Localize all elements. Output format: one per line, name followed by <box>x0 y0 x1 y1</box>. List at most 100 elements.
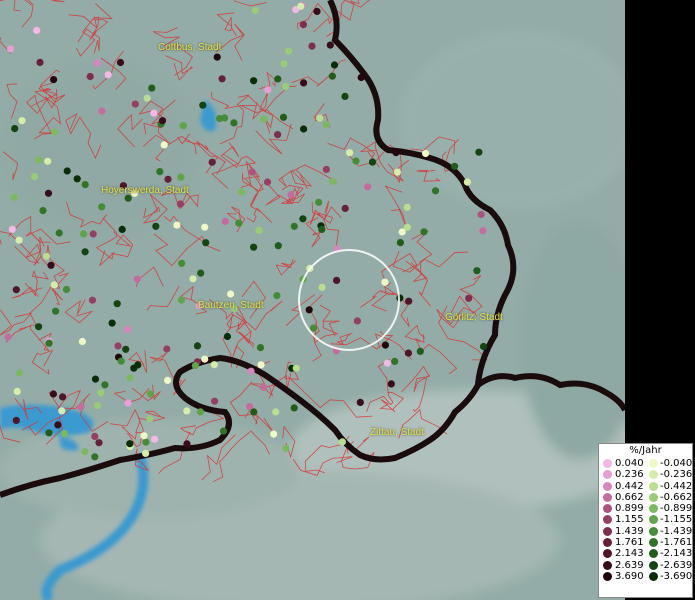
station-marker[interactable] <box>104 71 112 79</box>
station-marker[interactable] <box>211 397 219 405</box>
station-marker[interactable] <box>248 168 256 176</box>
station-marker[interactable] <box>158 117 167 125</box>
station-marker[interactable] <box>55 229 63 237</box>
station-marker[interactable] <box>300 125 308 133</box>
station-marker[interactable] <box>123 326 132 334</box>
station-marker[interactable] <box>152 222 160 230</box>
station-marker[interactable] <box>420 228 428 236</box>
station-marker[interactable] <box>113 300 121 308</box>
station-marker[interactable] <box>91 453 99 461</box>
station-marker[interactable] <box>230 119 238 127</box>
station-marker[interactable] <box>35 156 43 164</box>
station-marker[interactable] <box>140 432 148 440</box>
station-marker[interactable] <box>10 193 18 201</box>
station-marker[interactable] <box>274 75 282 83</box>
station-marker[interactable] <box>422 149 430 158</box>
station-marker[interactable] <box>8 225 16 233</box>
station-marker[interactable] <box>315 198 323 206</box>
station-marker[interactable] <box>33 26 41 34</box>
station-marker[interactable] <box>290 222 298 230</box>
station-marker[interactable] <box>91 375 100 383</box>
station-marker[interactable] <box>260 115 268 123</box>
station-marker[interactable] <box>183 407 191 415</box>
station-marker[interactable] <box>133 275 141 283</box>
station-marker[interactable] <box>297 2 305 10</box>
station-marker[interactable] <box>263 178 272 186</box>
station-marker[interactable] <box>54 421 62 429</box>
station-marker[interactable] <box>299 215 307 223</box>
station-marker[interactable] <box>98 107 106 115</box>
station-marker[interactable] <box>274 131 282 139</box>
station-marker[interactable] <box>202 239 210 247</box>
station-marker[interactable] <box>42 252 51 260</box>
station-marker[interactable] <box>50 76 58 84</box>
station-marker[interactable] <box>208 158 216 166</box>
station-marker[interactable] <box>191 362 199 370</box>
station-marker[interactable] <box>250 243 258 251</box>
station-marker[interactable] <box>368 158 377 166</box>
station-marker[interactable] <box>36 58 44 66</box>
station-marker[interactable] <box>11 125 19 133</box>
station-marker[interactable] <box>352 157 360 165</box>
station-marker[interactable] <box>404 349 412 357</box>
station-marker[interactable] <box>221 217 229 226</box>
station-marker[interactable] <box>18 117 26 125</box>
station-marker[interactable] <box>218 75 226 83</box>
station-marker[interactable] <box>279 113 288 121</box>
station-marker[interactable] <box>12 286 20 294</box>
station-marker[interactable] <box>313 7 321 15</box>
station-marker[interactable] <box>51 128 59 136</box>
station-marker[interactable] <box>114 342 122 350</box>
station-marker[interactable] <box>364 183 372 191</box>
station-marker[interactable] <box>356 398 364 406</box>
station-marker[interactable] <box>338 438 346 446</box>
station-marker[interactable] <box>280 60 288 68</box>
station-marker[interactable] <box>403 203 411 211</box>
station-marker[interactable] <box>381 341 389 349</box>
station-marker[interactable] <box>405 297 413 305</box>
station-marker[interactable] <box>39 207 47 215</box>
station-marker[interactable] <box>124 399 132 407</box>
station-marker[interactable] <box>250 77 258 85</box>
station-marker[interactable] <box>77 403 85 411</box>
station-marker[interactable] <box>477 210 485 219</box>
station-marker[interactable] <box>45 339 53 347</box>
station-marker[interactable] <box>142 438 150 446</box>
station-marker[interactable] <box>391 357 399 365</box>
station-marker[interactable] <box>318 283 326 291</box>
station-marker[interactable] <box>179 122 187 130</box>
station-marker[interactable] <box>479 342 488 351</box>
station-marker[interactable] <box>4 333 12 341</box>
station-marker[interactable] <box>393 168 401 176</box>
station-marker[interactable] <box>328 72 336 80</box>
station-marker[interactable] <box>101 381 109 389</box>
station-marker[interactable] <box>146 415 154 423</box>
station-marker[interactable] <box>465 294 473 302</box>
station-marker[interactable] <box>44 189 53 197</box>
station-marker[interactable] <box>150 109 158 117</box>
station-marker[interactable] <box>260 383 268 391</box>
station-marker[interactable] <box>164 175 172 183</box>
station-marker[interactable] <box>134 361 142 369</box>
station-marker[interactable] <box>238 188 246 196</box>
station-marker[interactable] <box>308 42 316 50</box>
station-marker[interactable] <box>98 203 106 211</box>
station-marker[interactable] <box>88 296 97 304</box>
station-marker[interactable] <box>62 285 71 294</box>
station-marker[interactable] <box>177 173 185 181</box>
station-marker[interactable] <box>396 239 404 247</box>
station-marker[interactable] <box>131 100 139 108</box>
station-marker[interactable] <box>126 374 134 382</box>
station-marker[interactable] <box>122 345 130 353</box>
station-marker[interactable] <box>49 390 58 398</box>
station-marker[interactable] <box>15 236 23 244</box>
station-marker[interactable] <box>91 432 99 440</box>
station-marker[interactable] <box>309 324 318 332</box>
station-marker[interactable] <box>118 225 126 233</box>
station-marker[interactable] <box>250 408 258 416</box>
station-marker[interactable] <box>52 307 60 315</box>
station-marker[interactable] <box>60 430 69 438</box>
station-marker[interactable] <box>353 317 361 325</box>
station-marker[interactable] <box>387 380 395 388</box>
station-marker[interactable] <box>7 45 15 53</box>
